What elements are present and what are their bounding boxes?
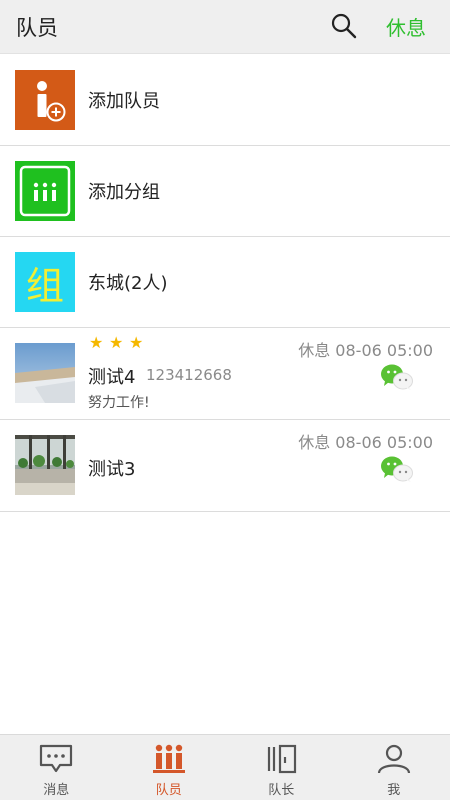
tab-label: 消息 bbox=[43, 783, 70, 798]
add-member-row[interactable]: 添加队员 bbox=[0, 55, 450, 146]
tab-label: 队员 bbox=[155, 783, 182, 798]
search-icon[interactable] bbox=[330, 12, 358, 40]
tab-captain[interactable]: 队长 bbox=[225, 735, 338, 800]
add-member-icon bbox=[15, 70, 75, 130]
member-list: 添加队员 添加分组 组 东城(2人) ★ ★ ★ 测试4 123412668 努… bbox=[0, 55, 450, 512]
add-group-label: 添加分组 bbox=[88, 182, 160, 203]
member-row[interactable]: ★ ★ ★ 测试4 123412668 努力工作! 休息 08-06 05:00 bbox=[0, 328, 450, 420]
member-name: 测试3 bbox=[88, 459, 136, 480]
tab-label: 我 bbox=[387, 783, 401, 798]
star-icon: ★ bbox=[129, 333, 144, 352]
wechat-icon[interactable] bbox=[380, 455, 414, 483]
member-phone: 123412668 bbox=[146, 366, 232, 384]
member-name: 测试4 bbox=[88, 367, 136, 388]
member-status: 休息 08-06 05:00 bbox=[298, 433, 433, 452]
bottom-tab-bar: 消息 队员 队长 我 bbox=[0, 734, 450, 800]
captain-icon bbox=[268, 744, 297, 774]
tab-members[interactable]: 队员 bbox=[113, 735, 226, 800]
member-row[interactable]: 测试3 休息 08-06 05:00 bbox=[0, 420, 450, 512]
member-status: 休息 08-06 05:00 bbox=[298, 341, 433, 360]
tab-messages[interactable]: 消息 bbox=[0, 735, 113, 800]
top-bar: 队员 休息 bbox=[0, 0, 450, 54]
avatar bbox=[15, 343, 75, 403]
star-icon: ★ bbox=[109, 333, 124, 352]
rating-stars: ★ ★ ★ bbox=[89, 335, 145, 351]
add-group-icon bbox=[15, 161, 75, 221]
add-group-row[interactable]: 添加分组 bbox=[0, 146, 450, 237]
avatar bbox=[15, 435, 75, 495]
members-icon bbox=[152, 744, 185, 773]
page-title: 队员 bbox=[16, 16, 58, 40]
group-row-dongcheng[interactable]: 组 东城(2人) bbox=[0, 237, 450, 328]
rest-button[interactable]: 休息 bbox=[386, 12, 426, 41]
group-icon: 组 bbox=[15, 252, 75, 312]
tab-profile[interactable]: 我 bbox=[338, 735, 450, 800]
message-icon bbox=[40, 744, 73, 773]
wechat-icon[interactable] bbox=[380, 363, 414, 391]
tab-label: 队长 bbox=[268, 783, 295, 798]
member-signature: 努力工作! bbox=[88, 395, 150, 411]
add-member-label: 添加队员 bbox=[88, 91, 160, 112]
group-label: 东城(2人) bbox=[88, 273, 168, 294]
profile-icon bbox=[377, 744, 410, 774]
star-icon: ★ bbox=[89, 333, 104, 352]
group-icon-text: 组 bbox=[25, 263, 64, 308]
